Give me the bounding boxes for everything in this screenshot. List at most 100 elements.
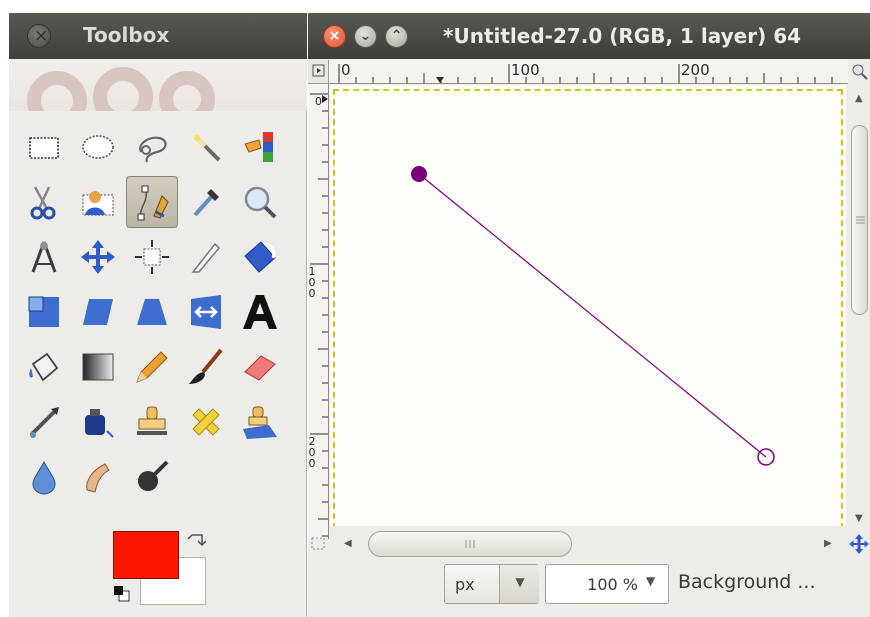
path-segment[interactable] (418, 173, 767, 458)
rotate-tool[interactable] (234, 231, 286, 283)
vertical-scrollbar[interactable]: ▲ ▼ (848, 85, 870, 539)
toolbox-window: Toolbox (9, 13, 307, 617)
move-arrows-icon (81, 240, 115, 274)
zoom-value: 100 % (587, 575, 638, 594)
shear-icon (83, 299, 113, 325)
scale-tool[interactable] (18, 286, 70, 338)
default-colors-icon[interactable] (113, 585, 131, 603)
maximize-icon: ⌃ (390, 28, 403, 44)
vruler-label-100: 1 0 0 (308, 265, 319, 300)
smudge-finger-icon (86, 463, 110, 493)
grip-icon (465, 540, 475, 548)
paths-tool[interactable] (126, 176, 178, 228)
hruler-label-200: 200 (681, 61, 710, 79)
airbrush-tool[interactable] (18, 396, 70, 448)
pointer-marker (436, 77, 444, 83)
status-layer-text: Background ... (678, 571, 816, 593)
perspective-tool[interactable] (126, 286, 178, 338)
magic-wand-icon (194, 135, 221, 162)
shear-tool[interactable] (72, 286, 124, 338)
perspective-stamp-icon (243, 406, 277, 439)
rect-select-tool[interactable] (18, 121, 70, 173)
status-bar: px ▼ 100 % ▼ Background ... (308, 559, 870, 617)
wilber-decoration (27, 71, 87, 111)
align-icon (135, 240, 169, 274)
paths-pen-icon (137, 185, 169, 221)
move-tool[interactable] (72, 231, 124, 283)
unit-dropdown-arrow[interactable]: ▼ (499, 565, 539, 603)
pencil-tool[interactable] (126, 341, 178, 393)
zoom-corner-icon (852, 64, 868, 80)
minimize-icon: ⌄ (359, 28, 372, 44)
toolbox-title: Toolbox (83, 23, 170, 47)
image-canvas[interactable] (333, 89, 843, 529)
zoom-tool[interactable] (234, 176, 286, 228)
zoom-dropdown-arrow-icon[interactable]: ▼ (646, 574, 655, 588)
free-select-tool[interactable] (126, 121, 178, 173)
dodge-burn-tool[interactable] (126, 451, 178, 503)
perspective-clone-tool[interactable] (234, 396, 286, 448)
blend-tool[interactable] (72, 341, 124, 393)
smudge-tool[interactable] (72, 451, 124, 503)
select-by-color-tool[interactable] (234, 121, 286, 173)
menu-button[interactable] (308, 60, 329, 84)
text-tool[interactable] (234, 286, 286, 338)
crop-tool[interactable] (180, 231, 232, 283)
navigate-button[interactable] (848, 531, 870, 557)
fuzzy-select-tool[interactable] (180, 121, 232, 173)
clone-tool[interactable] (126, 396, 178, 448)
eraser-tool[interactable] (234, 341, 286, 393)
scroll-down-arrow-icon[interactable]: ▼ (855, 513, 863, 524)
close-icon: × (328, 28, 341, 44)
scroll-up-arrow-icon[interactable]: ▲ (855, 93, 863, 104)
scissors-icon (30, 186, 56, 220)
swap-colors-icon[interactable] (186, 531, 208, 553)
foreground-color-swatch[interactable] (113, 531, 179, 579)
ellipse-select-tool[interactable] (72, 121, 124, 173)
vertical-scroll-thumb[interactable] (851, 125, 868, 315)
scroll-left-arrow-icon[interactable]: ◀ (344, 538, 352, 549)
quick-mask-toggle[interactable] (308, 531, 329, 557)
path-anchor-start[interactable] (411, 166, 427, 182)
window-minimize-button[interactable]: ⌄ (354, 25, 377, 48)
window-maximize-button[interactable]: ⌃ (385, 25, 408, 48)
foreground-select-tool[interactable] (72, 176, 124, 228)
wilber-decoration (159, 71, 215, 111)
toolbox-titlebar[interactable]: Toolbox (9, 13, 307, 59)
ink-tool[interactable] (72, 396, 124, 448)
rect-select-icon (29, 137, 59, 159)
heal-tool[interactable] (180, 396, 232, 448)
vruler-label-200: 2 0 0 (308, 435, 319, 470)
horizontal-scrollbar[interactable]: ◀ ▶ (330, 526, 848, 559)
color-select-icon (244, 132, 273, 162)
scroll-right-arrow-icon[interactable]: ▶ (824, 538, 832, 549)
wilber-drop-area[interactable] (9, 59, 307, 111)
image-window-titlebar[interactable]: × ⌄ ⌃ *Untitled-27.0 (RGB, 1 layer) 64 (308, 13, 870, 59)
ink-bottle-icon (85, 409, 114, 438)
quick-mask-icon (311, 537, 325, 550)
airbrush-icon (29, 407, 59, 438)
crop-knife-icon (191, 242, 221, 273)
unit-dropdown[interactable]: px ▼ (444, 564, 539, 604)
navigate-cross-icon (849, 534, 869, 554)
lasso-icon (139, 136, 167, 163)
measure-tool[interactable] (18, 231, 70, 283)
color-picker-tool[interactable] (180, 176, 232, 228)
paintbrush-tool[interactable] (180, 341, 232, 393)
bucket-fill-tool[interactable] (18, 341, 70, 393)
vertical-ruler[interactable]: 0 1 0 0 2 0 0 (308, 84, 329, 539)
flip-tool[interactable] (180, 286, 232, 338)
align-tool[interactable] (126, 231, 178, 283)
canvas-viewport[interactable] (330, 85, 846, 539)
scissors-select-tool[interactable] (18, 176, 70, 228)
horizontal-scroll-thumb[interactable] (368, 531, 572, 557)
zoom-to-fit-button[interactable] (848, 60, 870, 84)
grip-icon (856, 216, 865, 224)
magnifier-icon (244, 186, 277, 219)
horizontal-ruler[interactable]: 0 100 200 (329, 60, 848, 84)
window-close-button[interactable]: × (323, 25, 346, 48)
blur-sharpen-tool[interactable] (18, 451, 70, 503)
toolbox-close-button[interactable] (27, 24, 51, 48)
ellipse-select-icon (82, 135, 114, 159)
unit-value: px (455, 575, 475, 594)
